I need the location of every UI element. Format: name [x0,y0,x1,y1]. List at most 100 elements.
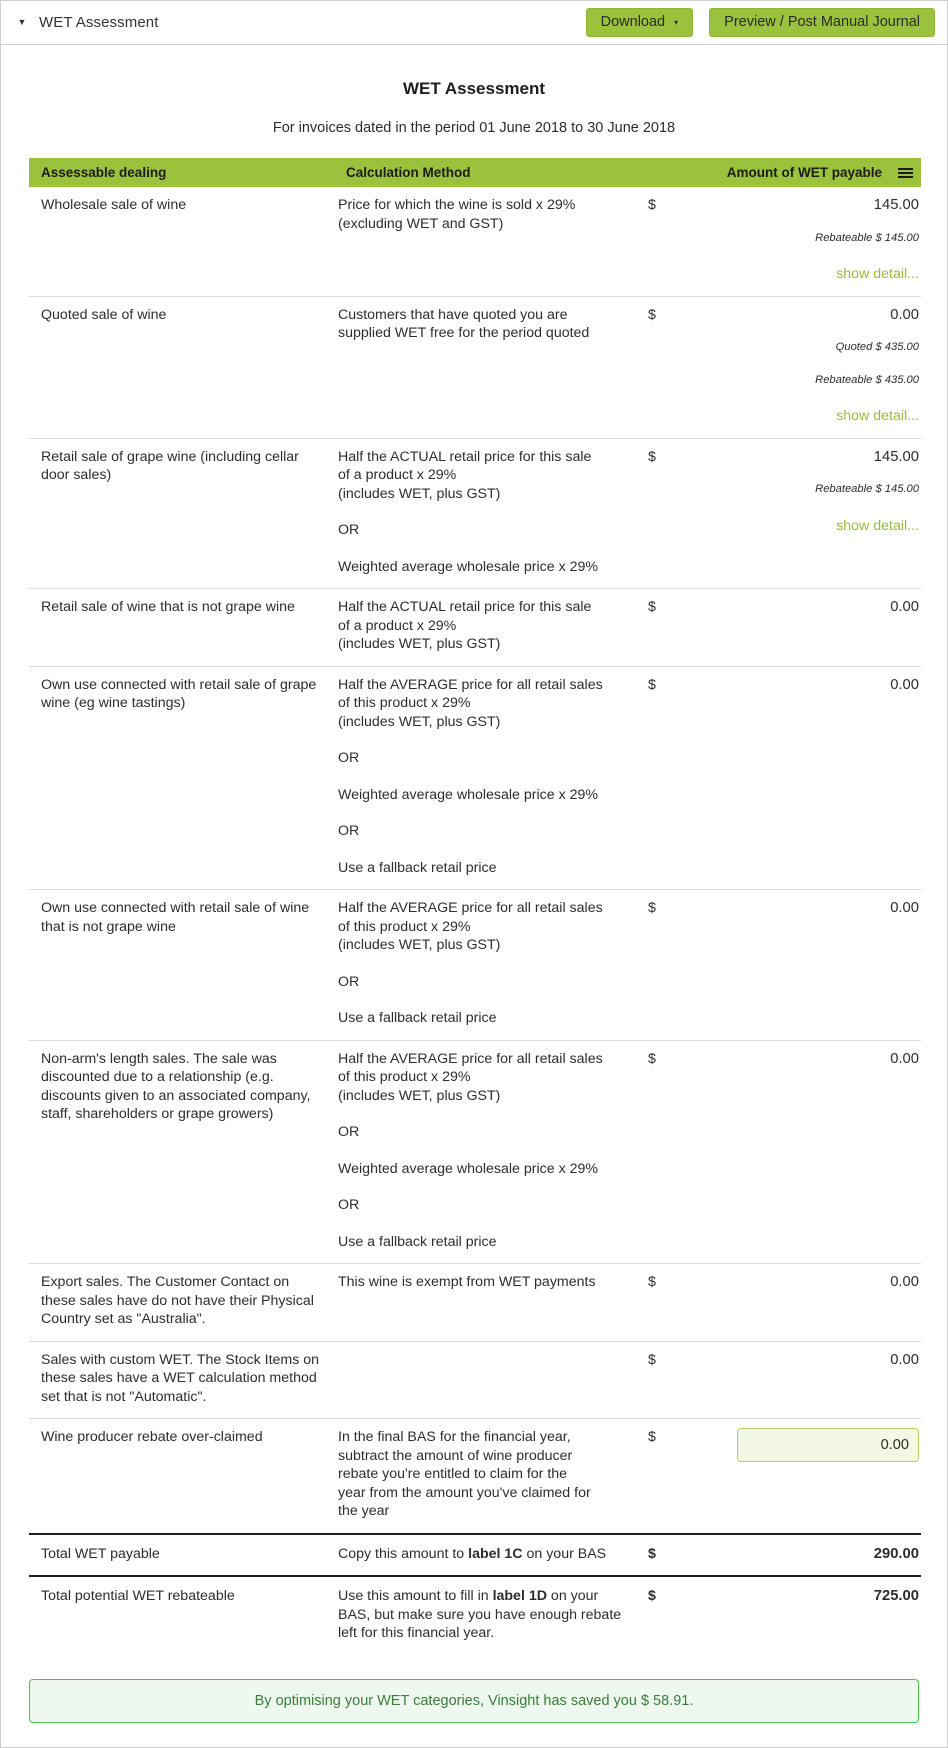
cell-currency-symbol: $ [646,889,682,1040]
cell-total-amount: 725.00 [682,1575,921,1655]
cell-currency-symbol: $ [646,1575,682,1655]
method-line: Weighted average wholesale price x 29% [338,558,598,575]
cell-assessable-dealing: Quoted sale of wine [29,295,334,438]
cell-calculation-method: Customers that have quoted you are suppli… [334,295,646,438]
cell-amount: 0.00 [682,1263,921,1341]
cell-calculation-method: Half the ACTUAL retail price for this sa… [334,588,646,666]
method-line: (includes WET, plus GST) [338,937,501,953]
amount-value: 290.00 [873,1545,919,1562]
cell-amount: 145.00 Rebateable $ 145.00 show detail... [682,437,921,589]
amount-value: 145.00 [873,197,919,213]
table-row: Wholesale sale of wine Price for which th… [29,187,921,296]
preview-post-manual-journal-button[interactable]: Preview / Post Manual Journal [709,7,935,38]
column-header-assessable-dealing: Assessable dealing [29,158,334,187]
table-row: Retail sale of wine that is not grape wi… [29,588,921,666]
cell-currency-symbol: $ [646,665,682,890]
amount-value: 0.00 [890,676,919,693]
method-line: Price for which the wine is sold x 29% [338,197,576,213]
amount-value: 725.00 [873,1588,919,1604]
method-line: Half the ACTUAL retail price for this sa… [338,599,592,615]
total-method-pre: Copy this amount to [338,1545,469,1562]
method-line: (includes WET, plus GST) [338,713,501,730]
table-row-total: Total potential WET rebateable Use this a… [29,1575,921,1655]
method-line: rebate you're entitled to claim for the [338,1466,568,1482]
amount-note: Rebateable $ 145.00 [815,231,919,244]
cell-assessable-dealing: Wholesale sale of wine [41,197,187,213]
cell-assessable-dealing: Non-arm's length sales. The sale was dis… [29,1039,334,1264]
method-line: (excluding WET and GST) [338,215,504,232]
amount-value: 0.00 [890,599,919,615]
cell-total-label: Total WET payable [29,1532,334,1576]
table-header-row: Assessable dealing Calculation Method Am… [29,158,921,187]
method-line: This wine is exempt from WET payments [338,1274,596,1290]
cell-total-label: Total potential WET rebateable [29,1575,334,1655]
chevron-down-icon: ▾ [674,18,679,28]
method-line: Use a fallback retail price [338,859,497,876]
method-line: the year [338,1503,390,1519]
method-line: (includes WET, plus GST) [338,485,501,502]
cell-amount: 0.00 [682,1340,921,1419]
table-row-total: Total WET payable Copy this amount to lab… [29,1532,921,1576]
method-line: OR [338,823,360,839]
cell-currency-symbol: $ [646,1532,682,1576]
method-line: of a product x 29% [338,467,457,483]
table-row: Export sales. The Customer Contact on th… [29,1263,921,1341]
cell-amount-input [682,1418,921,1534]
savings-banner: By optimising your WET categories, Vinsi… [29,1678,919,1723]
method-line: OR [338,750,360,766]
cell-calculation-method: Half the AVERAGE price for all retail sa… [334,889,646,1040]
amount-value: 0.00 [890,1050,919,1067]
total-method-post: on your BAS [522,1545,607,1562]
report-title: WET Assessment [402,79,546,98]
cell-currency-symbol: $ [648,197,656,213]
caret-down-icon[interactable]: ▼ [15,16,29,30]
method-line: In the final BAS for the financial year, [338,1429,571,1445]
table-row-wine-producer-rebate: Wine producer rebate over-claimed In the … [29,1418,921,1534]
amount-note: Rebateable $ 435.00 [815,373,919,386]
show-detail-link[interactable]: show detail... [682,517,919,536]
method-line: Weighted average wholesale price x 29% [338,786,598,803]
method-line: OR [338,522,360,538]
cell-amount: 145.00 Rebateable $ 145.00 show detail... [682,187,921,296]
download-button-label: Download [600,13,666,30]
cell-currency-symbol: $ [646,1263,682,1341]
table-row: Own use connected with retail sale of gr… [29,665,921,890]
method-line: Half the ACTUAL retail price for this sa… [338,448,592,465]
cell-currency-symbol: $ [646,1039,682,1264]
cell-calculation-method: Half the AVERAGE price for all retail sa… [334,1039,646,1264]
method-line: of this product x 29% [338,695,471,711]
cell-calculation-method [334,1340,646,1419]
method-line: OR [338,1124,360,1140]
hamburger-menu-icon[interactable] [898,167,913,178]
cell-calculation-method: Half the AVERAGE price for all retail sa… [334,665,646,890]
amount-value: 0.00 [890,900,919,916]
table-row: Retail sale of grape wine (including cel… [29,437,921,589]
wet-assessment-page: ▼ WET Assessment Download ▾ Preview / Po… [0,0,948,1748]
table-row: Sales with custom WET. The Stock Items o… [29,1340,921,1419]
cell-amount: 0.00 [682,889,921,1040]
method-line: Half the AVERAGE price for all retail sa… [338,1050,603,1067]
amount-value: 0.00 [890,306,919,323]
show-detail-link[interactable]: show detail... [682,265,919,284]
column-header-calculation-method: Calculation Method [334,158,646,187]
amount-value: 0.00 [890,1274,919,1290]
wine-producer-rebate-input[interactable] [737,1428,919,1462]
method-line: Half the AVERAGE price for all retail sa… [338,900,603,916]
method-line: of this product x 29% [338,1069,471,1085]
table-body: Wholesale sale of wine Price for which th… [29,187,921,1655]
column-header-amount-of-wet-payable: Amount of WET payable [646,158,921,187]
cell-total-method: Copy this amount to label 1C on your BAS [334,1532,646,1576]
method-line: Customers that have quoted you are [338,306,568,323]
method-line: Use a fallback retail price [338,1010,497,1026]
table-header: Assessable dealing Calculation Method Am… [29,158,921,187]
cell-currency-symbol: $ [646,588,682,666]
method-line: (includes WET, plus GST) [338,636,501,652]
cell-amount: 0.00 [682,665,921,890]
method-line: OR [338,973,360,990]
download-button[interactable]: Download ▾ [585,7,694,38]
show-detail-link[interactable]: show detail... [682,407,919,426]
cell-amount: 0.00 [682,1039,921,1264]
cell-amount: 0.00 Quoted $ 435.00 Rebateable $ 435.00 sh… [682,295,921,438]
table-row: Quoted sale of wine Customers that have q… [29,295,921,438]
cell-assessable-dealing: Own use connected with retail sale of gr… [29,665,334,890]
